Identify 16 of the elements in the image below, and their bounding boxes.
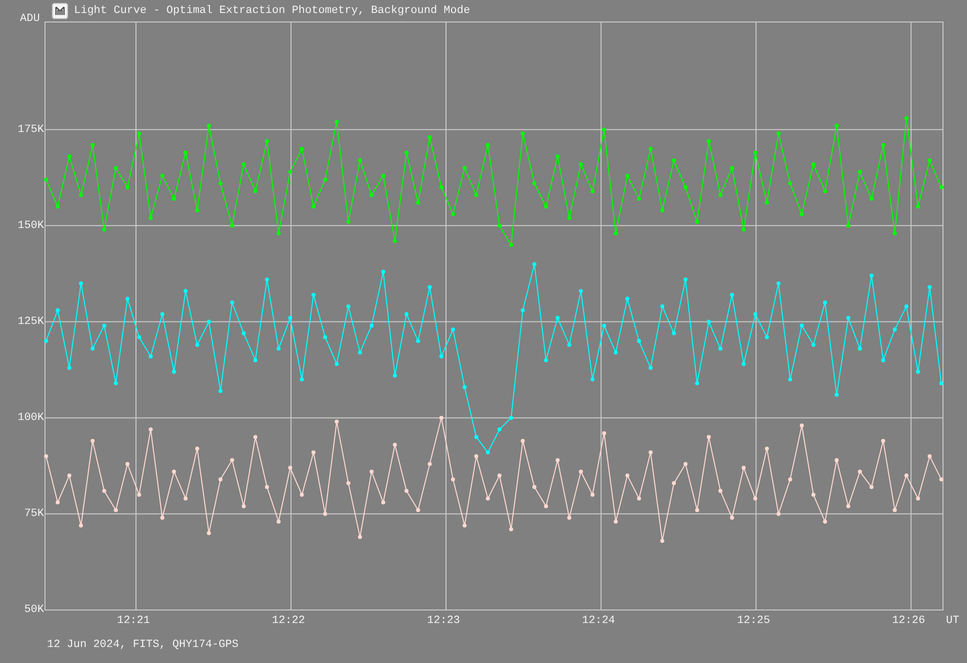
- x-axis-label: UT: [946, 616, 960, 627]
- x-tick-label: 12:22: [272, 616, 306, 627]
- x-tick-label: 12:24: [582, 616, 616, 627]
- y-tick-label: 175K: [18, 124, 44, 136]
- window-title: Light Curve - Optimal Extraction Photometry, Background Mode: [74, 4, 470, 19]
- x-tick-label: 12:25: [737, 616, 770, 627]
- x-tick-label: 12:21: [116, 616, 150, 627]
- x-tick-label: 12:26: [892, 616, 926, 627]
- y-tick-label: 75K: [24, 508, 44, 520]
- x-tick-label: 12:23: [427, 616, 460, 627]
- footer-text: 12 Jun 2024, FITS, QHY174-GPS: [47, 640, 238, 651]
- y-tick-label: 150K: [18, 220, 44, 232]
- y-tick-label: 50K: [24, 605, 44, 616]
- y-tick-label: 100K: [18, 412, 44, 424]
- y-tick-label: 125K: [18, 316, 44, 328]
- y-axis-label: ADU: [20, 12, 40, 27]
